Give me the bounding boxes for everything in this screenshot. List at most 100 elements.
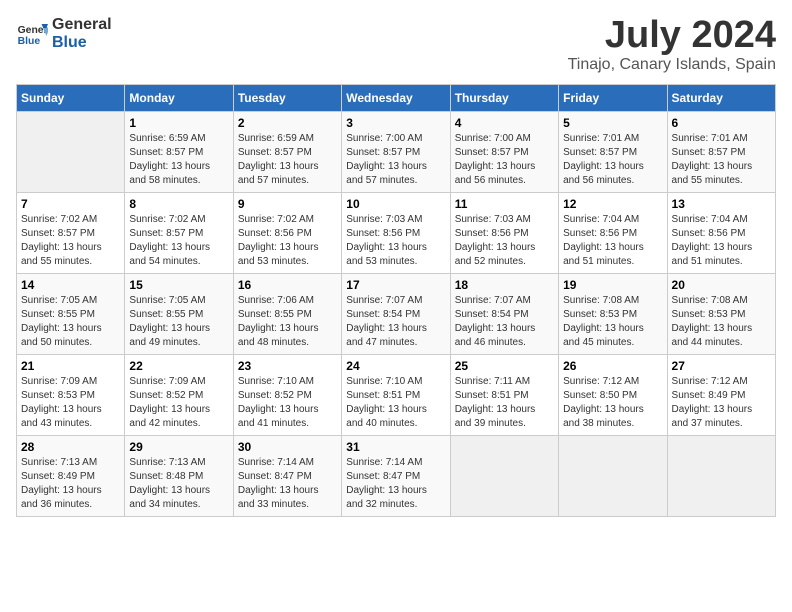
calendar-cell: 8 Sunrise: 7:02 AM Sunset: 8:57 PM Daylig… [125, 193, 233, 274]
header: General Blue General Blue July 2024 Tina… [16, 16, 776, 74]
weekday-header-row: SundayMondayTuesdayWednesdayThursdayFrid… [17, 85, 776, 112]
weekday-header-monday: Monday [125, 85, 233, 112]
day-number: 22 [129, 359, 228, 373]
day-info: Sunrise: 7:05 AM Sunset: 8:55 PM Dayligh… [21, 294, 120, 350]
day-number: 19 [563, 278, 662, 292]
day-number: 7 [21, 197, 120, 211]
logo: General Blue General Blue [16, 16, 112, 51]
calendar-cell: 14Sunrise: 7:05 AM Sunset: 8:55 PM Dayli… [17, 274, 125, 355]
day-number: 4 [455, 116, 554, 130]
day-info: Sunrise: 7:10 AM Sunset: 8:52 PM Dayligh… [238, 375, 337, 431]
day-number: 30 [238, 440, 337, 454]
calendar-cell: 20 Sunrise: 7:08 AM Sunset: 8:53 PM Dayli… [667, 274, 775, 355]
day-number: 23 [238, 359, 337, 373]
calendar-week-row: 14Sunrise: 7:05 AM Sunset: 8:55 PM Dayli… [17, 274, 776, 355]
day-info: Sunrise: 7:01 AM Sunset: 8:57 PM Dayligh… [672, 132, 771, 188]
day-number: 3 [346, 116, 445, 130]
weekday-header-tuesday: Tuesday [233, 85, 341, 112]
day-number: 26 [563, 359, 662, 373]
calendar-cell [667, 436, 775, 517]
day-number: 13 [672, 197, 771, 211]
day-info: Sunrise: 7:03 AM Sunset: 8:56 PM Dayligh… [455, 213, 554, 269]
title-area: July 2024 Tinajo, Canary Islands, Spain [568, 16, 776, 74]
weekday-header-sunday: Sunday [17, 85, 125, 112]
day-info: Sunrise: 7:02 AM Sunset: 8:56 PM Dayligh… [238, 213, 337, 269]
day-number: 6 [672, 116, 771, 130]
calendar-cell: 10 Sunrise: 7:03 AM Sunset: 8:56 PM Dayli… [342, 193, 450, 274]
day-info: Sunrise: 7:11 AM Sunset: 8:51 PM Dayligh… [455, 375, 554, 431]
weekday-header-wednesday: Wednesday [342, 85, 450, 112]
day-info: Sunrise: 7:06 AM Sunset: 8:55 PM Dayligh… [238, 294, 337, 350]
day-info: Sunrise: 7:12 AM Sunset: 8:50 PM Dayligh… [563, 375, 662, 431]
day-number: 11 [455, 197, 554, 211]
calendar-cell: 29 Sunrise: 7:13 AM Sunset: 8:48 PM Dayli… [125, 436, 233, 517]
calendar-cell: 11 Sunrise: 7:03 AM Sunset: 8:56 PM Dayli… [450, 193, 558, 274]
day-info: Sunrise: 7:12 AM Sunset: 8:49 PM Dayligh… [672, 375, 771, 431]
day-info: Sunrise: 7:02 AM Sunset: 8:57 PM Dayligh… [21, 213, 120, 269]
day-info: Sunrise: 7:03 AM Sunset: 8:56 PM Dayligh… [346, 213, 445, 269]
day-number: 5 [563, 116, 662, 130]
day-number: 12 [563, 197, 662, 211]
day-info: Sunrise: 7:07 AM Sunset: 8:54 PM Dayligh… [346, 294, 445, 350]
calendar-cell: 27Sunrise: 7:12 AM Sunset: 8:49 PM Dayli… [667, 355, 775, 436]
logo-general: General [52, 16, 112, 34]
calendar-cell: 24 Sunrise: 7:10 AM Sunset: 8:51 PM Dayli… [342, 355, 450, 436]
calendar-cell: 1Sunrise: 6:59 AM Sunset: 8:57 PM Daylig… [125, 112, 233, 193]
day-number: 21 [21, 359, 120, 373]
day-number: 28 [21, 440, 120, 454]
weekday-header-saturday: Saturday [667, 85, 775, 112]
calendar-cell: 31 Sunrise: 7:14 AM Sunset: 8:47 PM Dayli… [342, 436, 450, 517]
day-number: 18 [455, 278, 554, 292]
calendar-cell: 21Sunrise: 7:09 AM Sunset: 8:53 PM Dayli… [17, 355, 125, 436]
day-number: 25 [455, 359, 554, 373]
day-number: 15 [129, 278, 228, 292]
logo-blue: Blue [52, 34, 112, 52]
calendar-cell: 25 Sunrise: 7:11 AM Sunset: 8:51 PM Dayli… [450, 355, 558, 436]
calendar-cell: 13 Sunrise: 7:04 AM Sunset: 8:56 PM Dayli… [667, 193, 775, 274]
weekday-header-thursday: Thursday [450, 85, 558, 112]
calendar-cell: 15Sunrise: 7:05 AM Sunset: 8:55 PM Dayli… [125, 274, 233, 355]
day-number: 2 [238, 116, 337, 130]
calendar-cell: 18Sunrise: 7:07 AM Sunset: 8:54 PM Dayli… [450, 274, 558, 355]
calendar-cell: 16Sunrise: 7:06 AM Sunset: 8:55 PM Dayli… [233, 274, 341, 355]
day-info: Sunrise: 7:09 AM Sunset: 8:52 PM Dayligh… [129, 375, 228, 431]
calendar-cell: 7 Sunrise: 7:02 AM Sunset: 8:57 PM Daylig… [17, 193, 125, 274]
day-number: 1 [129, 116, 228, 130]
day-number: 29 [129, 440, 228, 454]
day-info: Sunrise: 7:04 AM Sunset: 8:56 PM Dayligh… [563, 213, 662, 269]
calendar-cell: 2Sunrise: 6:59 AM Sunset: 8:57 PM Daylig… [233, 112, 341, 193]
calendar-cell [559, 436, 667, 517]
month-year-title: July 2024 [568, 16, 776, 54]
calendar-cell: 12 Sunrise: 7:04 AM Sunset: 8:56 PM Dayli… [559, 193, 667, 274]
calendar-cell: 6 Sunrise: 7:01 AM Sunset: 8:57 PM Daylig… [667, 112, 775, 193]
calendar-cell [450, 436, 558, 517]
calendar-week-row: 21Sunrise: 7:09 AM Sunset: 8:53 PM Dayli… [17, 355, 776, 436]
location-subtitle: Tinajo, Canary Islands, Spain [568, 56, 776, 74]
day-info: Sunrise: 7:02 AM Sunset: 8:57 PM Dayligh… [129, 213, 228, 269]
day-number: 10 [346, 197, 445, 211]
calendar-cell: 17 Sunrise: 7:07 AM Sunset: 8:54 PM Dayli… [342, 274, 450, 355]
day-info: Sunrise: 7:04 AM Sunset: 8:56 PM Dayligh… [672, 213, 771, 269]
day-number: 31 [346, 440, 445, 454]
day-info: Sunrise: 7:14 AM Sunset: 8:47 PM Dayligh… [238, 456, 337, 512]
calendar-cell [17, 112, 125, 193]
day-info: Sunrise: 7:00 AM Sunset: 8:57 PM Dayligh… [455, 132, 554, 188]
day-info: Sunrise: 7:14 AM Sunset: 8:47 PM Dayligh… [346, 456, 445, 512]
calendar-cell: 9Sunrise: 7:02 AM Sunset: 8:56 PM Daylig… [233, 193, 341, 274]
day-info: Sunrise: 7:08 AM Sunset: 8:53 PM Dayligh… [563, 294, 662, 350]
svg-text:Blue: Blue [18, 36, 41, 47]
logo-icon: General Blue [16, 20, 48, 48]
calendar-cell: 3Sunrise: 7:00 AM Sunset: 8:57 PM Daylig… [342, 112, 450, 193]
day-number: 24 [346, 359, 445, 373]
calendar-cell: 30 Sunrise: 7:14 AM Sunset: 8:47 PM Dayli… [233, 436, 341, 517]
day-info: Sunrise: 7:01 AM Sunset: 8:57 PM Dayligh… [563, 132, 662, 188]
calendar-cell: 22 Sunrise: 7:09 AM Sunset: 8:52 PM Dayli… [125, 355, 233, 436]
day-info: Sunrise: 7:13 AM Sunset: 8:48 PM Dayligh… [129, 456, 228, 512]
day-info: Sunrise: 7:08 AM Sunset: 8:53 PM Dayligh… [672, 294, 771, 350]
day-number: 17 [346, 278, 445, 292]
calendar-cell: 4 Sunrise: 7:00 AM Sunset: 8:57 PM Daylig… [450, 112, 558, 193]
day-number: 20 [672, 278, 771, 292]
weekday-header-friday: Friday [559, 85, 667, 112]
day-number: 8 [129, 197, 228, 211]
day-info: Sunrise: 7:10 AM Sunset: 8:51 PM Dayligh… [346, 375, 445, 431]
